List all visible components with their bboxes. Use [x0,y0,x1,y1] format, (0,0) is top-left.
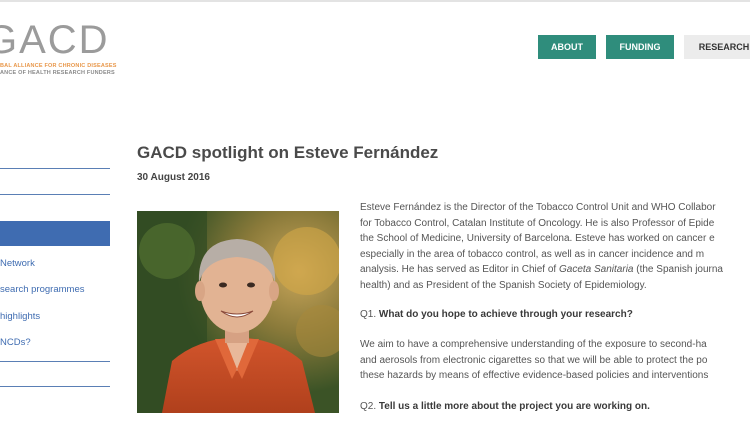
sidebar-item-network[interactable]: Network [0,258,35,269]
sidebar-divider [0,168,110,169]
journal-name: Gaceta Sanitaria [558,264,634,275]
question-2: Q2. Tell us a little more about the proj… [360,399,750,415]
top-border [0,0,750,2]
answer-line: and aerosols from electronic cigarettes … [360,354,708,366]
nav-research-button[interactable]: RESEARCH [684,35,750,59]
logo-tagline-2: ANCE OF HEALTH RESEARCH FUNDERS [0,70,115,76]
question-1: Q1. What do you hope to achieve through … [360,307,750,323]
logo-tagline-1: BAL ALLIANCE FOR CHRONIC DISEASES [0,63,117,69]
bio-line: especially in the area of tobacco contro… [360,248,705,260]
bio-text: analysis. He has served as Editor in Chi… [360,264,559,275]
question-text: What do you hope to achieve through your… [378,309,633,320]
bio-line: for Tobacco Control, Catalan Institute o… [360,217,715,229]
sidebar-item-ncds[interactable]: NCDs? [0,337,31,348]
answer-line: We aim to have a comprehensive understan… [360,339,707,350]
answer-1: We aim to have a comprehensive understan… [360,337,750,384]
bio-line: Esteve Fernández is the Director of the … [360,202,716,213]
bio-text: (the Spanish journa [633,264,723,275]
nav-about-button[interactable]: ABOUT [538,35,596,59]
article-title: GACD spotlight on Esteve Fernández [137,143,439,162]
logo-wordmark: GACD [0,18,110,62]
question-number: Q1. [360,309,379,320]
portrait-photo [137,211,339,413]
sidebar-divider [0,194,110,195]
bio-line: the School of Medicine, University of Ba… [360,233,715,244]
bio-line: health) and as President of the Spanish … [360,279,647,291]
bio-line: analysis. He has served as Editor in Chi… [360,262,750,278]
question-text: Tell us a little more about the project … [378,401,650,412]
article-bio: Esteve Fernández is the Director of the … [360,200,750,293]
question-number: Q2. [360,401,379,412]
nav-funding-button[interactable]: FUNDING [606,35,674,59]
sidebar-item-research-programmes[interactable]: search programmes [0,284,84,295]
article-date: 30 August 2016 [137,172,210,183]
answer-line: these hazards by means of effective evid… [360,370,709,381]
sidebar-item-highlights[interactable]: highlights [0,311,40,322]
sidebar-divider [0,386,110,387]
sidebar-item-active[interactable] [0,221,110,246]
sidebar-divider [0,361,110,362]
